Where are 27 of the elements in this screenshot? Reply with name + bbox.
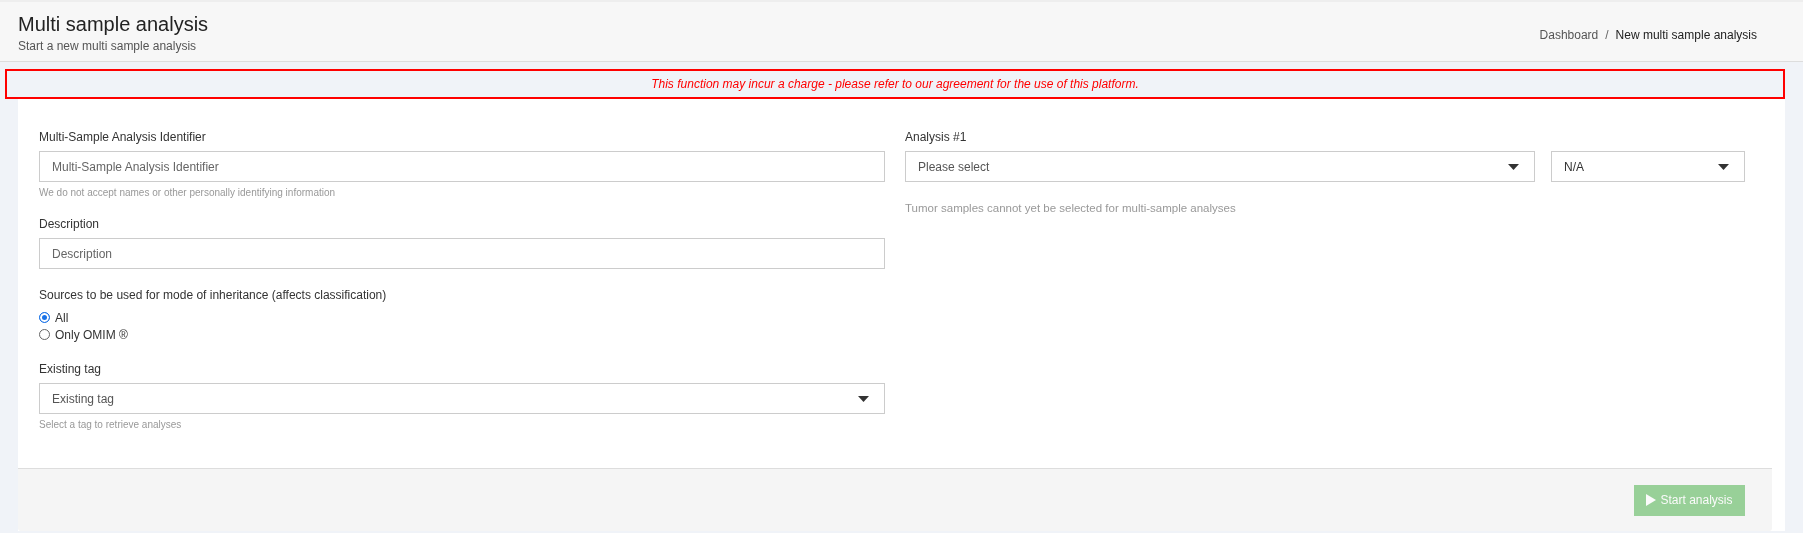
field-label: Multi-Sample Analysis Identifier — [39, 130, 207, 144]
description-input[interactable]: Description — [39, 238, 885, 269]
help-text: We do not accept names or other personally identifying information — [39, 187, 337, 198]
identifier-input[interactable]: Multi-Sample Analysis Identifier — [39, 151, 885, 182]
field-label: Sources to be used for mode of inheritance (affects classification) — [39, 288, 388, 302]
radio-label: Only OMIM ® — [55, 327, 128, 342]
help-text: Tumor samples cannot yet be selected for multi-sample analyses — [905, 202, 1237, 214]
type-select[interactable]: N/A — [1551, 151, 1745, 182]
page-subtitle: Start a new multi sample analysis — [18, 39, 198, 53]
field-label: Description — [39, 217, 101, 231]
radio-button[interactable] — [39, 312, 50, 323]
breadcrumb-current: New multi sample analysis — [1615, 28, 1757, 42]
field-label: Existing tag — [39, 362, 103, 376]
breadcrumb-link[interactable]: Dashboard — [1539, 28, 1599, 42]
radio-label: All — [55, 310, 69, 325]
help-text: Select a tag to retrieve analyses — [39, 419, 183, 430]
page-title: Multi sample analysis — [18, 12, 209, 36]
tag-select[interactable]: Existing tag — [39, 383, 885, 414]
caret-icon — [1718, 163, 1729, 170]
breadcrumb-separator: / — [1605, 28, 1609, 42]
play-icon — [1646, 494, 1657, 506]
caret-icon — [1508, 163, 1519, 170]
radio-button[interactable] — [39, 329, 50, 340]
analysis-select[interactable]: Please select — [905, 151, 1535, 182]
caret-icon — [858, 395, 869, 402]
charge-notice: This function may incur a charge - please refer to our agreement for the use of this platform. — [5, 69, 1785, 99]
field-label: Analysis #1 — [905, 130, 968, 144]
